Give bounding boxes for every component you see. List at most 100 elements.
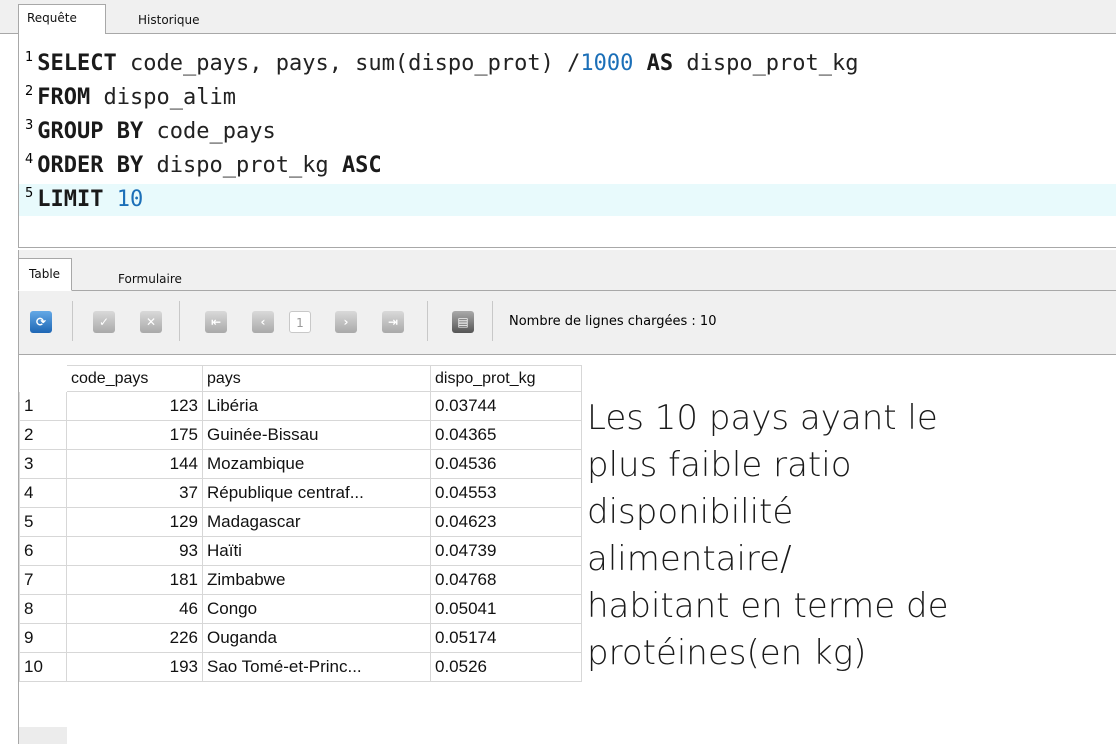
cell-pays[interactable]: Ouganda xyxy=(202,623,431,653)
sql-text: dispo_prot_kg xyxy=(673,51,859,76)
row-number-header xyxy=(20,366,67,392)
table-header-row: code_pays pays dispo_prot_kg xyxy=(20,365,582,392)
last-page-icon[interactable]: ⇥ xyxy=(382,311,404,333)
cell-code-pays[interactable]: 181 xyxy=(66,565,203,595)
row-count-label: Nombre de lignes chargées : 10 xyxy=(509,314,717,329)
caption-line: alimentaire/ xyxy=(587,539,792,579)
code-line[interactable]: 4 ORDER BY dispo_prot_kg ASC xyxy=(19,150,1116,182)
cell-code-pays[interactable]: 37 xyxy=(66,478,203,508)
table-row[interactable]: 7 181 Zimbabwe 0.04768 xyxy=(19,565,582,595)
table-row[interactable]: 10 193 Sao Tomé-et-Princ... 0.0526 xyxy=(19,652,582,682)
sql-keyword: SELECT xyxy=(37,51,117,76)
previous-page-icon[interactable]: ‹ xyxy=(252,311,274,333)
tab-historique[interactable]: Historique xyxy=(132,7,232,35)
line-number: 5 xyxy=(25,186,34,201)
sql-editor[interactable]: 1 SELECT code_pays, pays, sum(dispo_prot)… xyxy=(18,34,1116,248)
code-line[interactable]: 5 LIMIT 10 xyxy=(19,184,1116,216)
caption-line: Les 10 pays ayant le xyxy=(587,398,938,438)
sql-number: 1000 xyxy=(580,51,634,76)
cell-dispo-prot-kg[interactable]: 0.0526 xyxy=(430,652,582,682)
cell-code-pays[interactable]: 46 xyxy=(66,594,203,624)
cell-pays[interactable]: Libéria xyxy=(202,391,431,421)
cell-pays[interactable]: République centraf... xyxy=(202,478,431,508)
row-number: 5 xyxy=(19,507,67,537)
table-row[interactable]: 9 226 Ouganda 0.05174 xyxy=(19,623,582,653)
cell-dispo-prot-kg[interactable]: 0.04768 xyxy=(430,565,582,595)
toolbar-separator xyxy=(492,301,493,341)
column-header-code-pays[interactable]: code_pays xyxy=(66,365,203,392)
commit-icon[interactable]: ✓ xyxy=(93,311,115,333)
cell-pays[interactable]: Sao Tomé-et-Princ... xyxy=(202,652,431,682)
grid-footer xyxy=(19,727,67,744)
caption-line: plus faible ratio xyxy=(587,445,852,485)
column-header-pays[interactable]: pays xyxy=(202,365,431,392)
line-number: 2 xyxy=(25,84,34,99)
row-number: 6 xyxy=(19,536,67,566)
code-line[interactable]: 3 GROUP BY code_pays xyxy=(19,116,1116,148)
sql-text: dispo_prot_kg xyxy=(143,153,342,178)
cell-pays[interactable]: Haïti xyxy=(202,536,431,566)
cell-code-pays[interactable]: 93 xyxy=(66,536,203,566)
toolbar-separator xyxy=(72,301,73,341)
first-page-icon[interactable]: ⇤ xyxy=(205,311,227,333)
sql-text: code_pays xyxy=(143,119,276,144)
sql-text: code_pays, pays, sum(dispo_prot) / xyxy=(116,51,581,76)
tab-table[interactable]: Table xyxy=(18,258,72,291)
cell-code-pays[interactable]: 129 xyxy=(66,507,203,537)
cell-dispo-prot-kg[interactable]: 0.04739 xyxy=(430,536,582,566)
tab-requete[interactable]: Requête xyxy=(18,4,106,35)
sql-keyword: AS xyxy=(646,51,674,76)
sql-keyword: ASC xyxy=(341,153,382,178)
sql-text: dispo_alim xyxy=(90,85,236,110)
caption-line: disponibilité xyxy=(587,492,794,532)
row-number: 9 xyxy=(19,623,67,653)
row-number: 8 xyxy=(19,594,67,624)
next-page-icon[interactable]: › xyxy=(335,311,357,333)
results-table: code_pays pays dispo_prot_kg 1 123 Libéria… xyxy=(19,365,582,682)
cell-code-pays[interactable]: 226 xyxy=(66,623,203,653)
cell-dispo-prot-kg[interactable]: 0.03744 xyxy=(430,391,582,421)
table-row[interactable]: 8 46 Congo 0.05041 xyxy=(19,594,582,624)
cell-code-pays[interactable]: 123 xyxy=(66,391,203,421)
sql-number: 10 xyxy=(116,187,144,212)
table-row[interactable]: 5 129 Madagascar 0.04623 xyxy=(19,507,582,537)
cell-pays[interactable]: Madagascar xyxy=(202,507,431,537)
cell-code-pays[interactable]: 144 xyxy=(66,449,203,479)
sql-keyword: ORDER BY xyxy=(37,153,144,178)
cell-pays[interactable]: Guinée-Bissau xyxy=(202,420,431,450)
rollback-icon[interactable]: ✕ xyxy=(140,311,162,333)
code-line[interactable]: 1 SELECT code_pays, pays, sum(dispo_prot)… xyxy=(19,48,1116,80)
code-line[interactable]: 2 FROM dispo_alim xyxy=(19,82,1116,114)
cell-pays[interactable]: Congo xyxy=(202,594,431,624)
caption-line: protéines(en kg) xyxy=(587,633,867,673)
cell-dispo-prot-kg[interactable]: 0.04623 xyxy=(430,507,582,537)
cell-dispo-prot-kg[interactable]: 0.04536 xyxy=(430,449,582,479)
refresh-icon[interactable]: ⟳ xyxy=(30,311,52,333)
print-icon[interactable]: ▤ xyxy=(452,311,474,333)
row-number: 4 xyxy=(19,478,67,508)
table-row[interactable]: 2 175 Guinée-Bissau 0.04365 xyxy=(19,420,582,450)
table-row[interactable]: 3 144 Mozambique 0.04536 xyxy=(19,449,582,479)
table-row[interactable]: 1 123 Libéria 0.03744 xyxy=(19,391,582,421)
page-number-field[interactable]: 1 xyxy=(289,311,311,333)
row-number: 10 xyxy=(19,652,67,682)
cell-code-pays[interactable]: 175 xyxy=(66,420,203,450)
cell-code-pays[interactable]: 193 xyxy=(66,652,203,682)
table-row[interactable]: 6 93 Haïti 0.04739 xyxy=(19,536,582,566)
cell-pays[interactable]: Mozambique xyxy=(202,449,431,479)
cell-dispo-prot-kg[interactable]: 0.04553 xyxy=(430,478,582,508)
table-row[interactable]: 4 37 République centraf... 0.04553 xyxy=(19,478,582,508)
toolbar-separator xyxy=(179,301,180,341)
slide-caption: Les 10 pays ayant le plus faible ratio dis… xyxy=(587,395,1107,677)
row-number: 7 xyxy=(19,565,67,595)
line-number: 3 xyxy=(25,118,34,133)
sql-keyword: FROM xyxy=(37,85,91,110)
cell-pays[interactable]: Zimbabwe xyxy=(202,565,431,595)
column-header-dispo-prot-kg[interactable]: dispo_prot_kg xyxy=(430,365,582,392)
cell-dispo-prot-kg[interactable]: 0.04365 xyxy=(430,420,582,450)
tab-formulaire[interactable]: Formulaire xyxy=(112,262,188,290)
caption-line: habitant en terme de xyxy=(587,586,949,626)
row-number: 1 xyxy=(19,391,67,421)
cell-dispo-prot-kg[interactable]: 0.05041 xyxy=(430,594,582,624)
cell-dispo-prot-kg[interactable]: 0.05174 xyxy=(430,623,582,653)
